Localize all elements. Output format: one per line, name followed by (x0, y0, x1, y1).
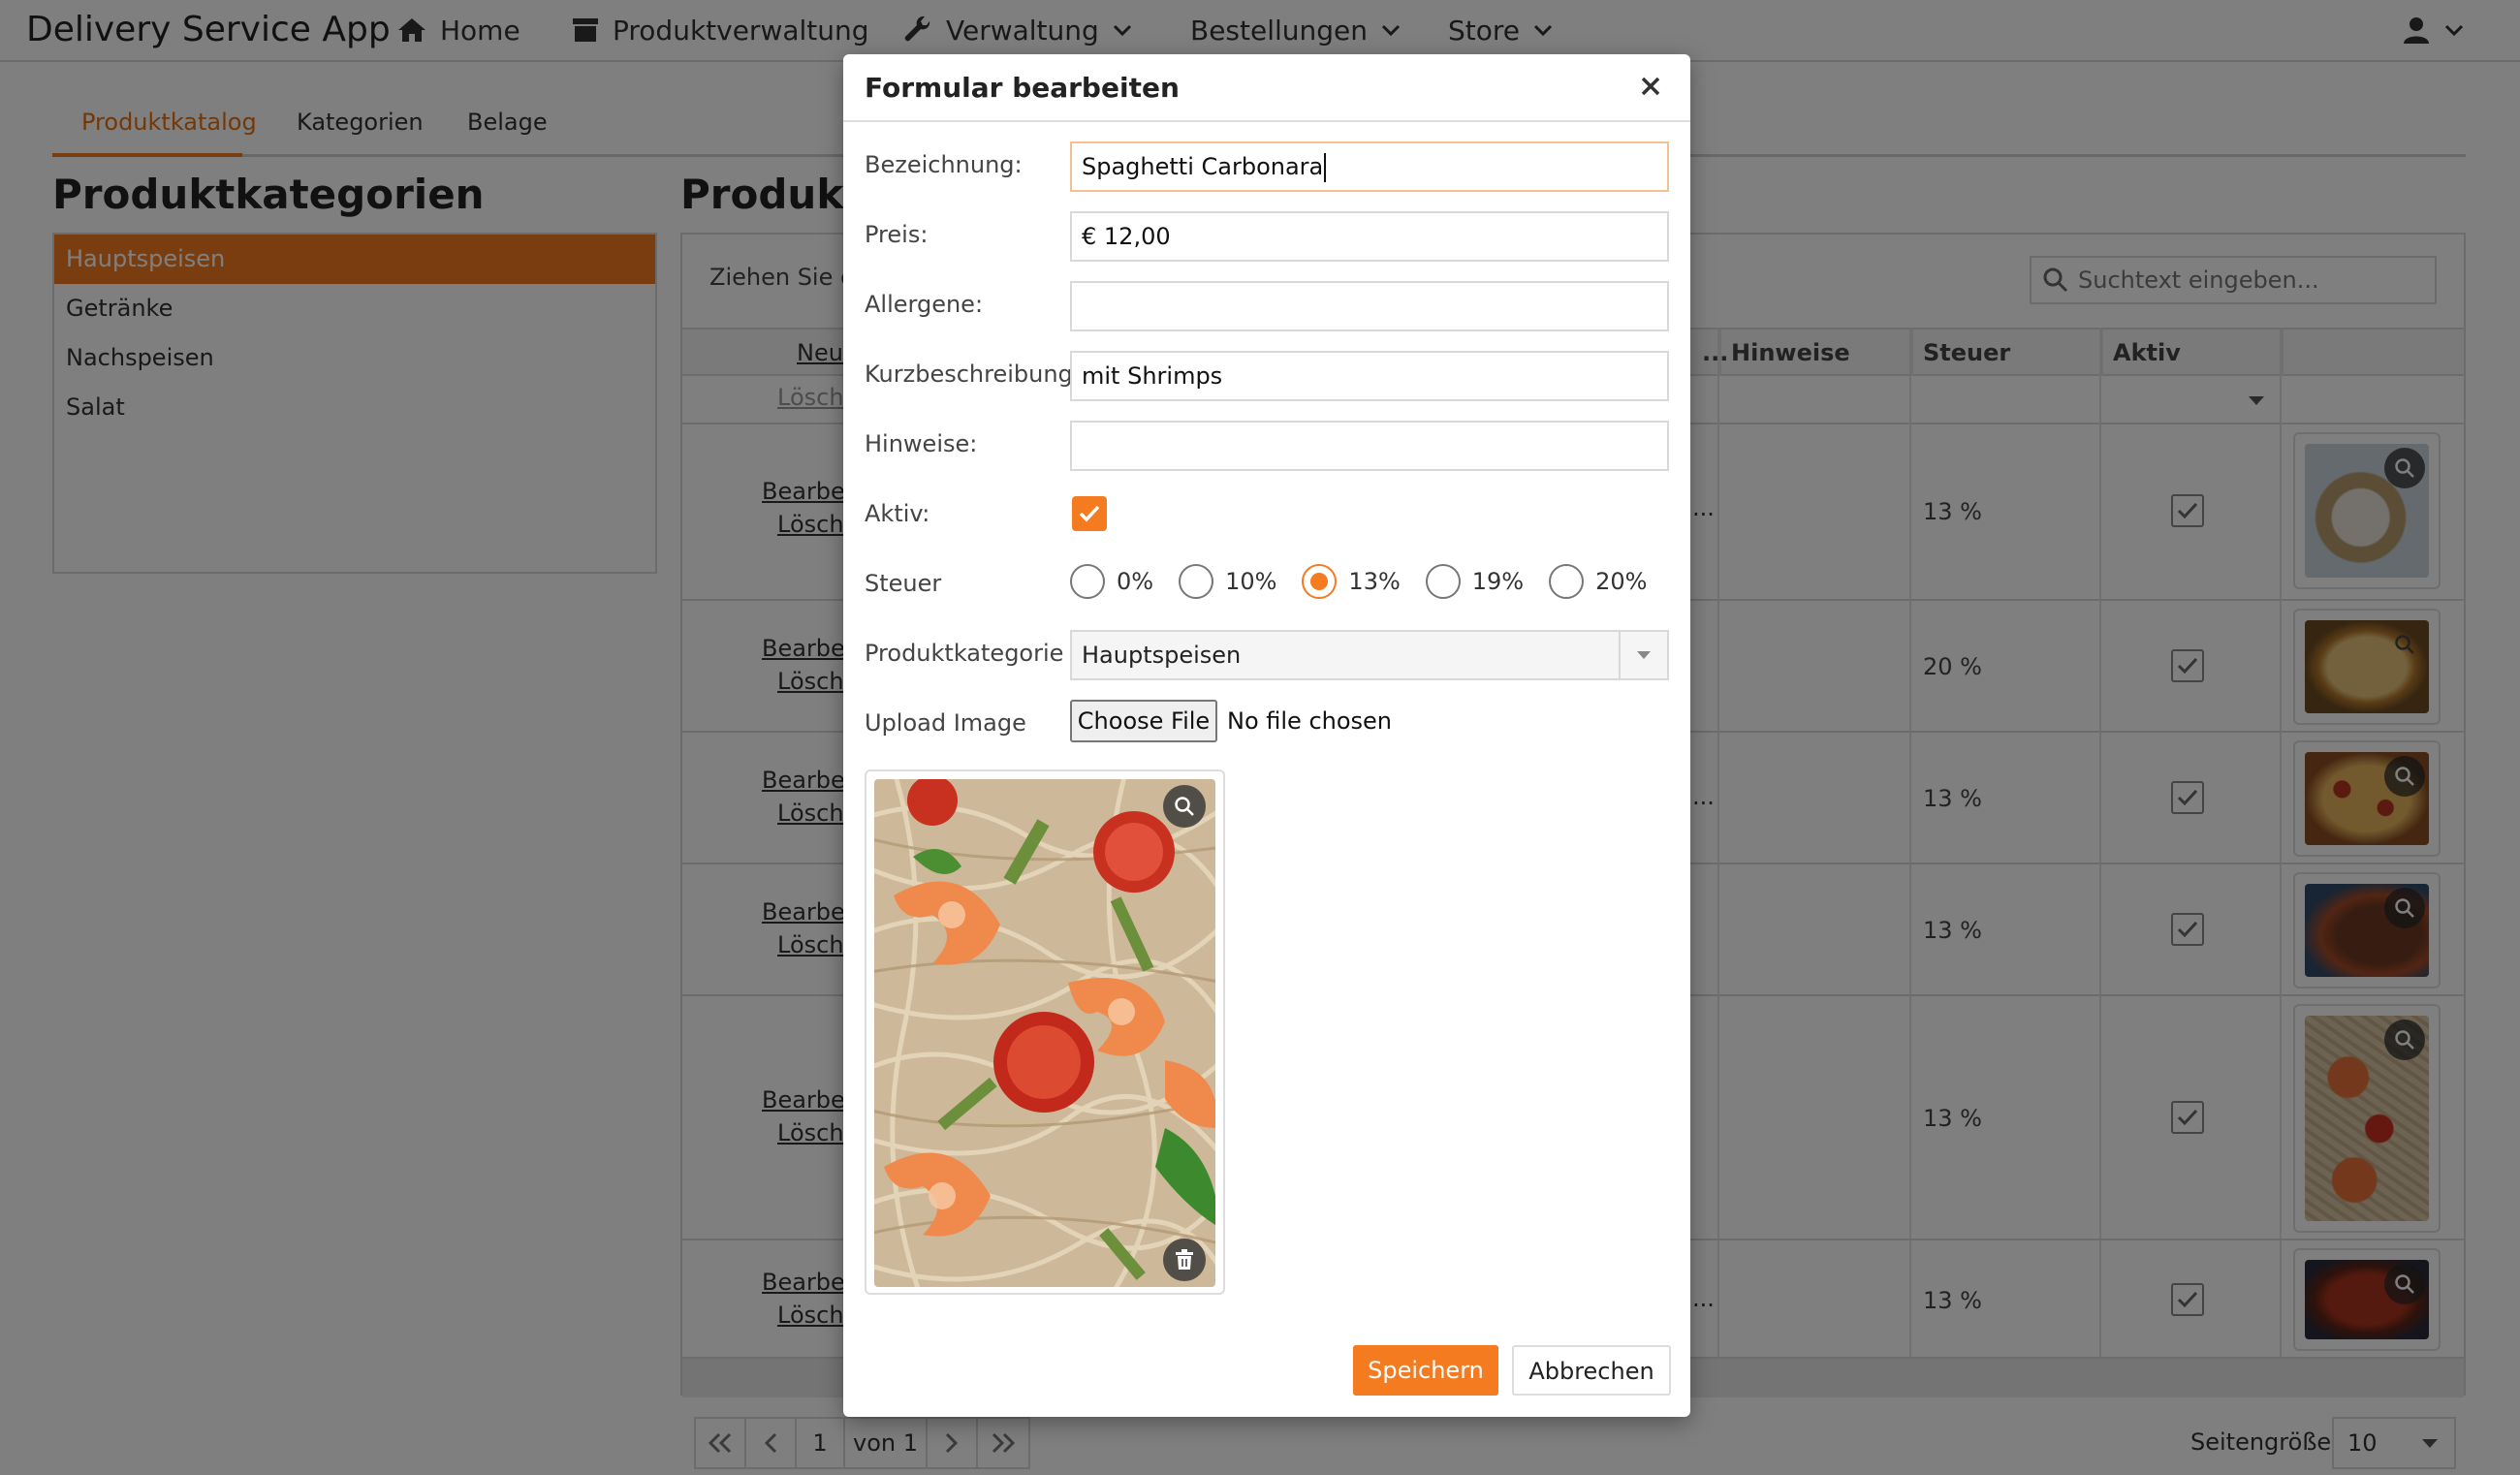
radio-tax-0[interactable] (1070, 564, 1105, 599)
produktkategorie-value: Hauptspeisen (1082, 642, 1242, 669)
preis-label: Preis: (865, 221, 929, 248)
steuer-radio-group: 0% 10% 13% 19% 20% (1070, 564, 1660, 599)
file-status-text: No file chosen (1227, 707, 1393, 735)
save-button[interactable]: Speichern (1353, 1345, 1498, 1396)
radio-label: 10% (1225, 568, 1277, 595)
radio-label: 19% (1471, 568, 1525, 595)
choose-file-button[interactable]: Choose File (1070, 700, 1217, 742)
produktkategorie-select[interactable]: Hauptspeisen (1070, 630, 1669, 680)
trash-icon[interactable] (1163, 1239, 1206, 1281)
kurzbeschreibung-label: Kurzbeschreibung: (865, 361, 1081, 388)
hinweise-input[interactable] (1070, 421, 1669, 471)
dialog-header: Formular bearbeiten (843, 54, 1690, 122)
upload-image-label: Upload Image (865, 709, 1026, 737)
preis-input[interactable]: € 12,00 (1070, 211, 1669, 262)
radio-tax-19[interactable] (1425, 564, 1461, 599)
chevron-down-icon (1619, 632, 1667, 678)
aktiv-checkbox[interactable] (1072, 496, 1107, 531)
text-caret (1324, 153, 1327, 182)
bezeichnung-input[interactable]: Spaghetti Carbonara (1070, 141, 1669, 192)
radio-tax-13[interactable] (1302, 564, 1338, 599)
radio-label: 13% (1348, 568, 1401, 595)
bezeichnung-value: Spaghetti Carbonara (1082, 153, 1324, 180)
steuer-label: Steuer (865, 570, 942, 597)
cancel-button[interactable]: Abbrechen (1512, 1345, 1671, 1396)
hinweise-label: Hinweise: (865, 430, 978, 457)
close-icon[interactable] (1636, 72, 1665, 101)
radio-label: 20% (1595, 568, 1648, 595)
aktiv-label: Aktiv: (865, 500, 930, 527)
radio-tax-20[interactable] (1549, 564, 1585, 599)
image-preview (865, 769, 1225, 1295)
allergene-input[interactable] (1070, 281, 1669, 331)
kurzbeschreibung-input[interactable]: mit Shrimps (1070, 351, 1669, 401)
shrimp-pasta-image (874, 779, 1215, 1287)
zoom-icon[interactable] (1163, 785, 1206, 828)
radio-tax-10[interactable] (1179, 564, 1214, 599)
dialog-title: Formular bearbeiten (865, 72, 1180, 104)
edit-form-dialog: Formular bearbeiten Bezeichnung: Spaghet… (843, 54, 1690, 1417)
radio-label: 0% (1117, 568, 1154, 595)
bezeichnung-label: Bezeichnung: (865, 151, 1023, 178)
produktkategorie-label: Produktkategorie (865, 640, 1064, 667)
checkmark-icon (1079, 505, 1100, 522)
allergene-label: Allergene: (865, 291, 984, 318)
